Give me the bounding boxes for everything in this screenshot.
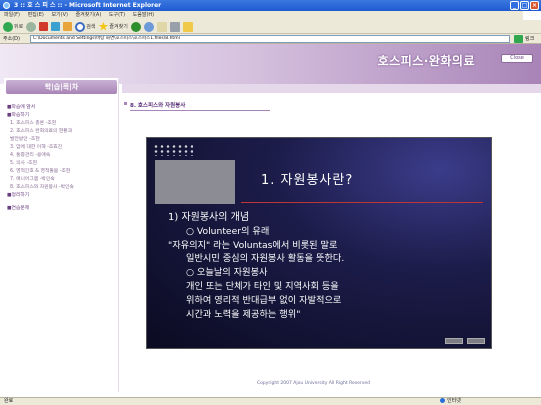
back-arrow-icon bbox=[3, 21, 13, 32]
menu-edit[interactable]: 편집(E) bbox=[28, 12, 44, 18]
favorites-button[interactable]: 즐겨찾기 bbox=[98, 21, 128, 32]
slide-line: "자유의지" 라는 Voluntas에서 비롯된 말로 bbox=[168, 239, 338, 251]
section-divider bbox=[130, 110, 270, 111]
toc-item[interactable]: ■연습문제 bbox=[7, 205, 118, 213]
home-icon bbox=[63, 22, 73, 31]
window-titlebar: 3 :: 호 스 피 스 :: - Microsoft Internet Exp… bbox=[0, 0, 541, 11]
close-window-button[interactable]: × bbox=[530, 1, 539, 10]
status-bar: 완료 인터넷 bbox=[0, 397, 541, 405]
menu-bar: 파일(F) 편집(E) 보기(V) 즐겨찾기(A) 도구(T) 도움말(H) bbox=[0, 11, 541, 20]
copyright-text: Copyright 2007 Ajou University All Right… bbox=[257, 381, 371, 386]
toc-item[interactable]: 4. 통증관리 -용애숙 bbox=[7, 152, 118, 160]
slide-line: 개인 또는 단체가 타인 및 지역사회 등을 bbox=[186, 280, 339, 292]
search-button[interactable]: 검색 bbox=[75, 21, 96, 32]
toc-list: ■학습에 앞서 ■학습하기 1. 호스피스 총론 -조현 2. 호스피스 완화의료의 … bbox=[7, 104, 118, 213]
menu-tools[interactable]: 도구(T) bbox=[109, 12, 125, 18]
section-heading: 8. 호스피스와 자원봉사 bbox=[123, 102, 186, 109]
page-viewport: 호스피스·완화의료 Close 학|습|목|차 ■학습에 앞서 ■학습하기 1. 호… bbox=[0, 44, 541, 397]
internet-explorer-icon bbox=[3, 2, 10, 9]
slide-line: 1) 자원봉사의 개념 bbox=[168, 212, 250, 223]
folder-button[interactable] bbox=[182, 21, 193, 32]
lecture-slide: 1. 자원봉사란? 1) 자원봉사의 개념 ○ Volunteer의 유래 "자유의… bbox=[146, 137, 492, 349]
forward-arrow-icon bbox=[26, 21, 37, 32]
content-area: 8. 호스피스와 자원봉사 1. 자원봉사란? 1) 자원봉사의 개념 ○ Vol… bbox=[122, 84, 541, 397]
history-icon bbox=[143, 21, 154, 32]
slide-line: 위하여 영리적 반대급부 없이 자발적으로 bbox=[186, 294, 342, 306]
media-button[interactable] bbox=[130, 21, 141, 32]
menu-file[interactable]: 파일(F) bbox=[4, 12, 20, 18]
back-label: 뒤로 bbox=[14, 24, 24, 30]
go-arrow-icon[interactable] bbox=[514, 35, 523, 43]
mail-button[interactable] bbox=[156, 21, 167, 32]
history-button[interactable] bbox=[143, 21, 154, 32]
slide-dot-pattern bbox=[153, 144, 193, 156]
toc-title: 학|습|목|차 bbox=[6, 80, 117, 94]
toc-item[interactable]: ■학습하기 bbox=[7, 112, 118, 120]
status-text: 완료 bbox=[4, 398, 14, 404]
slide-body: 1) 자원봉사의 개념 ○ Volunteer의 유래 "자유의지" 라는 Volu… bbox=[168, 211, 490, 321]
address-bar: 주소(D) C:\Documents and Settings\바탕 화면\호스… bbox=[0, 34, 541, 44]
stop-icon bbox=[39, 22, 49, 31]
refresh-button[interactable] bbox=[51, 22, 61, 31]
refresh-icon bbox=[51, 22, 61, 31]
mail-icon bbox=[156, 21, 167, 32]
toc-item[interactable]: 3. 암에 대한 이해 -조효진 bbox=[7, 144, 118, 152]
stop-button[interactable] bbox=[39, 22, 49, 31]
toc-item[interactable]: 2. 호스피스 완화의료의 현황과 bbox=[7, 128, 118, 136]
globe-icon bbox=[440, 398, 445, 403]
star-icon bbox=[98, 21, 109, 31]
print-icon bbox=[169, 21, 180, 32]
folder-icon bbox=[182, 21, 193, 32]
browser-toolbar: 뒤로 검색 즐겨찾기 bbox=[0, 20, 541, 34]
links-label[interactable]: 링크 bbox=[525, 34, 534, 44]
search-label: 검색 bbox=[86, 24, 96, 30]
minimize-button[interactable]: _ bbox=[510, 1, 519, 10]
toc-item[interactable]: 발전방안 -조현 bbox=[7, 136, 118, 144]
media-icon bbox=[130, 21, 141, 32]
slide-line: 일반시민 중심의 자원봉사 활동을 뜻한다. bbox=[186, 253, 345, 265]
slide-title: 1. 자원봉사란? bbox=[261, 173, 354, 188]
slide-prev-button[interactable] bbox=[445, 338, 463, 344]
address-label: 주소(D) bbox=[3, 36, 20, 42]
window-title: 3 :: 호 스 피 스 :: - Microsoft Internet Exp… bbox=[14, 2, 162, 9]
toc-item[interactable]: 1. 호스피스 총론 -조현 bbox=[7, 120, 118, 128]
maximize-button[interactable]: □ bbox=[520, 1, 529, 10]
slide-line: ○ Volunteer의 유래 bbox=[186, 225, 270, 237]
slide-line: 시간과 노력을 제공하는 행위" bbox=[186, 308, 301, 320]
toc-item[interactable]: 7. 애니어그램 -박인숙 bbox=[7, 176, 118, 184]
favorites-label: 즐겨찾기 bbox=[109, 24, 128, 30]
zone-indicator: 인터넷 bbox=[440, 398, 461, 405]
back-button[interactable]: 뒤로 bbox=[3, 21, 24, 32]
search-icon bbox=[75, 21, 86, 32]
menu-view[interactable]: 보기(V) bbox=[51, 12, 68, 18]
toc-item[interactable]: 5. 의사 -조현 bbox=[7, 160, 118, 168]
slide-image-placeholder bbox=[155, 160, 235, 204]
zone-label: 인터넷 bbox=[447, 398, 461, 404]
forward-button[interactable] bbox=[26, 21, 37, 32]
toc-item[interactable]: ■정리하기 bbox=[7, 192, 118, 200]
menu-help[interactable]: 도움말(H) bbox=[133, 12, 154, 18]
slide-title-underline bbox=[241, 202, 483, 203]
slide-next-button[interactable] bbox=[467, 338, 485, 344]
toc-item[interactable]: ■학습에 앞서 bbox=[7, 104, 118, 112]
content-top-strip bbox=[122, 84, 541, 93]
home-button[interactable] bbox=[63, 22, 73, 31]
print-button[interactable] bbox=[169, 21, 180, 32]
course-title: 호스피스·완화의료 bbox=[377, 54, 475, 68]
slide-line: ○ 오늘날의 자원봉사 bbox=[186, 267, 268, 279]
toc-item[interactable]: 6. 영적간호 & 영적돌봄 -조현 bbox=[7, 168, 118, 176]
address-input[interactable]: C:\Documents and Settings\바탕 화면\호스피스\호스피… bbox=[30, 35, 510, 43]
windows-logo-icon bbox=[523, 11, 541, 20]
close-button[interactable]: Close bbox=[501, 54, 533, 63]
menu-favorites[interactable]: 즐겨찾기(A) bbox=[76, 12, 102, 18]
toc-item[interactable]: 8. 호스피스와 자원봉사 -박인숙 bbox=[7, 184, 118, 192]
table-of-contents: 학|습|목|차 ■학습에 앞서 ■학습하기 1. 호스피스 총론 -조현 2. 호스피… bbox=[4, 78, 119, 392]
